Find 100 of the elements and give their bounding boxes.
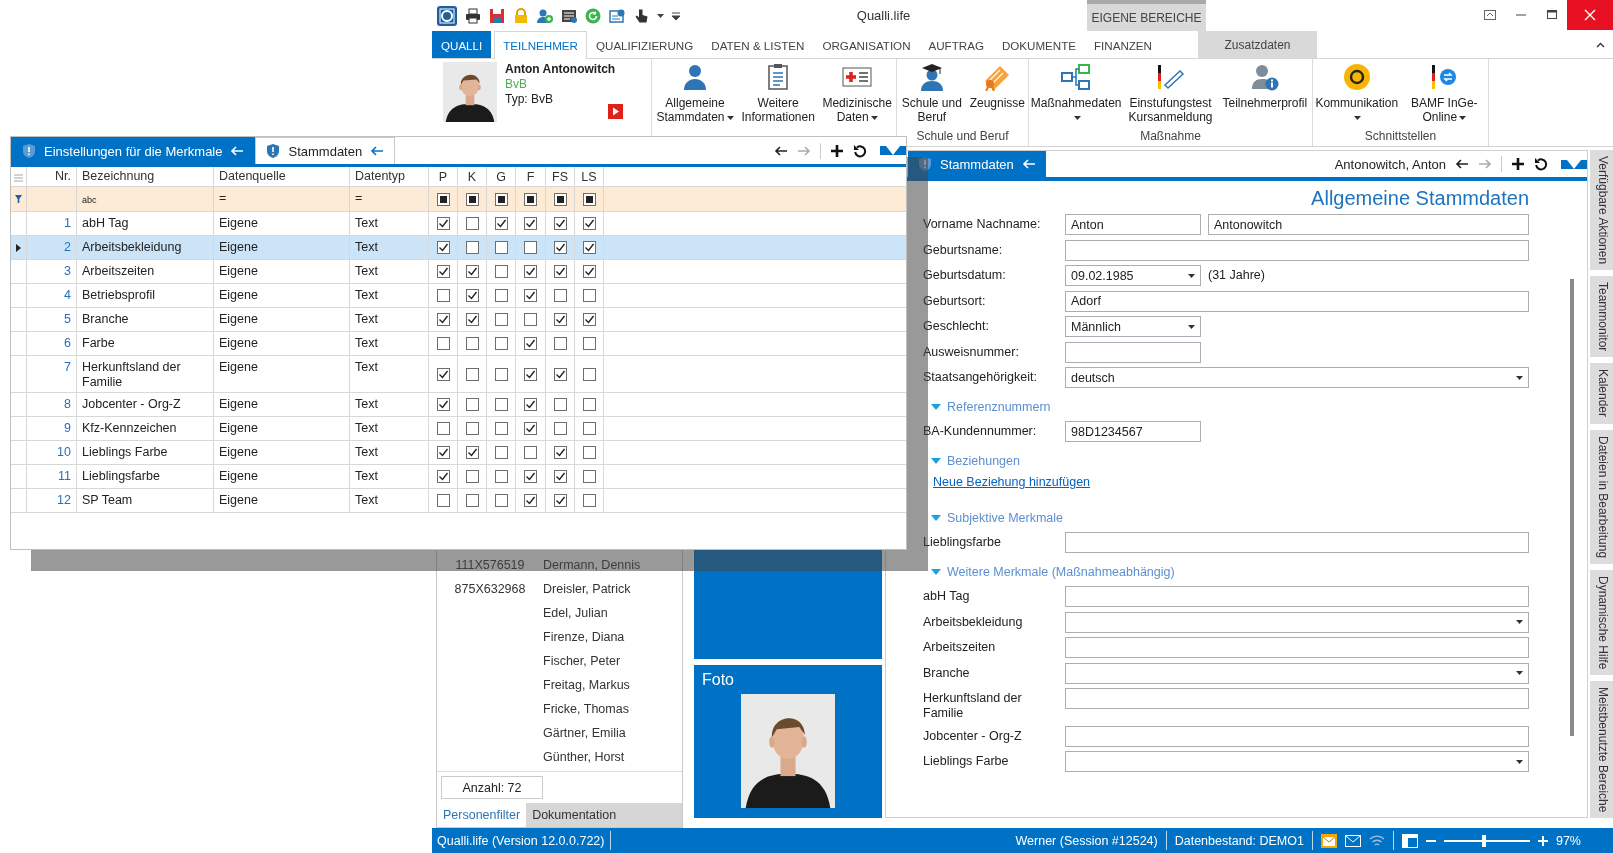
checkbox[interactable] — [582, 494, 596, 507]
checkbox[interactable] — [465, 494, 479, 507]
side-tab[interactable]: Meistbenutzte Bereiche — [1590, 680, 1613, 819]
ribbon-tab[interactable]: QUALLI — [432, 31, 492, 58]
checkbox[interactable] — [553, 494, 567, 507]
dropdown-field[interactable] — [1065, 662, 1529, 684]
checkbox[interactable] — [524, 422, 537, 435]
checkbox[interactable] — [494, 422, 508, 435]
checkbox[interactable] — [553, 265, 567, 278]
checkbox[interactable] — [494, 398, 508, 411]
checkbox[interactable] — [494, 265, 508, 278]
column-header[interactable]: Datenquelle — [219, 169, 286, 184]
checkbox[interactable] — [465, 337, 479, 350]
checkbox[interactable] — [582, 398, 596, 411]
app-logo-icon[interactable] — [437, 5, 457, 26]
checkbox[interactable] — [436, 192, 450, 206]
checkbox[interactable] — [494, 367, 508, 381]
ribbon-tab[interactable]: DOKUMENTE — [992, 31, 1085, 58]
checkbox[interactable] — [553, 470, 567, 483]
input-field[interactable] — [1065, 532, 1529, 553]
checkbox[interactable] — [582, 217, 596, 230]
play-button[interactable] — [608, 104, 623, 119]
person-name[interactable]: Fricke, Thomas — [543, 702, 682, 716]
zoom-slider[interactable] — [1443, 833, 1530, 848]
checkbox[interactable] — [553, 398, 567, 411]
checkbox[interactable] — [582, 241, 596, 254]
table-row[interactable]: 12 SP Team Eigene Text — [11, 489, 906, 513]
side-tab[interactable]: Verfügbare Aktionen — [1590, 150, 1613, 271]
checkbox[interactable] — [494, 494, 508, 507]
checkbox[interactable] — [465, 289, 479, 302]
ribbon-tab[interactable]: FINANZEN — [1085, 31, 1161, 58]
checkbox[interactable] — [465, 398, 479, 411]
checkbox[interactable] — [465, 313, 479, 326]
ribbon-button[interactable]: Allgemeine Stammdaten — [652, 61, 738, 126]
checkbox[interactable] — [465, 217, 479, 230]
person-name[interactable]: Fischer, Peter — [543, 654, 682, 668]
grip-icon[interactable] — [14, 173, 23, 182]
checkbox[interactable] — [436, 446, 450, 459]
checkbox[interactable] — [436, 398, 450, 411]
checkbox[interactable] — [494, 289, 508, 302]
section-header[interactable]: Subjektive Merkmale — [947, 511, 1063, 525]
collapse-ribbon-icon[interactable] — [1596, 41, 1605, 48]
input-field[interactable] — [1065, 688, 1529, 709]
person-name[interactable]: Dreisler, Patrick — [543, 582, 682, 596]
checkbox[interactable] — [494, 470, 508, 483]
checkbox[interactable] — [436, 367, 450, 381]
checkbox[interactable] — [524, 265, 537, 278]
checkbox[interactable] — [436, 217, 450, 230]
dropdown-field[interactable]: Männlich — [1065, 316, 1201, 337]
zoom-in-icon[interactable] — [1537, 835, 1548, 846]
side-tab[interactable]: Kalender — [1590, 363, 1613, 424]
checkbox[interactable] — [582, 313, 596, 326]
checkbox[interactable] — [582, 192, 596, 206]
dropdown-field[interactable] — [1065, 751, 1529, 772]
ribbon-button[interactable]: Teilnehmerprofil — [1221, 61, 1308, 112]
checkbox[interactable] — [436, 289, 450, 302]
person-name[interactable]: Gärtner, Emilia — [543, 726, 682, 740]
table-row[interactable]: 10 Lieblings Farbe Eigene Text — [11, 441, 906, 465]
checkbox[interactable] — [553, 241, 567, 254]
ribbon-tab[interactable]: DATEN & LISTEN — [702, 31, 814, 58]
checkbox[interactable] — [582, 367, 596, 381]
back-arrow-icon[interactable] — [1455, 157, 1469, 171]
ribbon-tab[interactable]: ORGANISATION — [813, 31, 920, 58]
print-icon[interactable] — [465, 7, 481, 24]
checkbox[interactable] — [582, 289, 596, 302]
ribbon-button[interactable]: Kommunikation — [1313, 61, 1400, 126]
person-name[interactable]: Freitag, Markus — [543, 678, 682, 692]
ribbon-tab[interactable]: Zusatzdaten — [1198, 31, 1317, 58]
checkbox[interactable] — [436, 494, 450, 507]
input-field[interactable]: Antonowitch — [1208, 214, 1529, 235]
table-row[interactable]: 6 Farbe Eigene Text — [11, 332, 906, 356]
checkbox[interactable] — [553, 337, 567, 350]
side-tab[interactable]: Dateien in Bearbeitung — [1590, 429, 1613, 564]
checkbox[interactable] — [553, 367, 567, 381]
checkbox[interactable] — [582, 470, 596, 483]
checkbox[interactable] — [524, 192, 537, 206]
dropdown-field[interactable]: deutsch — [1065, 367, 1529, 388]
checkbox[interactable] — [494, 446, 508, 459]
panel-tab[interactable]: Personenfilter — [437, 803, 527, 827]
table-row[interactable]: 5 Branche Eigene Text — [11, 308, 906, 332]
checkbox[interactable] — [553, 313, 567, 326]
checkbox[interactable] — [436, 241, 450, 254]
checkbox[interactable] — [465, 446, 479, 459]
person-add-icon[interactable] — [537, 7, 553, 24]
link[interactable]: Neue Beziehung hinzufügen — [933, 475, 1091, 489]
person-name[interactable]: Edel, Julian — [543, 606, 682, 620]
checkbox[interactable] — [436, 470, 450, 483]
checkbox[interactable] — [436, 422, 450, 435]
dropdown-field[interactable]: 09.02.1985 — [1065, 265, 1201, 286]
input-field[interactable]: Adorf — [1065, 290, 1529, 312]
scrollbar[interactable] — [1570, 279, 1574, 736]
slider-thumb[interactable] — [1482, 834, 1487, 847]
input-field[interactable] — [1065, 341, 1201, 363]
expand-triangle-icon[interactable] — [931, 567, 941, 577]
ribbon-button[interactable]: Einstufungstest Kursanmeldung — [1127, 61, 1214, 126]
column-header[interactable]: K — [467, 170, 477, 185]
plus-icon[interactable] — [830, 143, 844, 158]
checkbox[interactable] — [494, 192, 508, 206]
table-row[interactable]: 11 Lieblingsfarbe Eigene Text — [11, 465, 906, 489]
checkbox[interactable] — [524, 367, 537, 381]
